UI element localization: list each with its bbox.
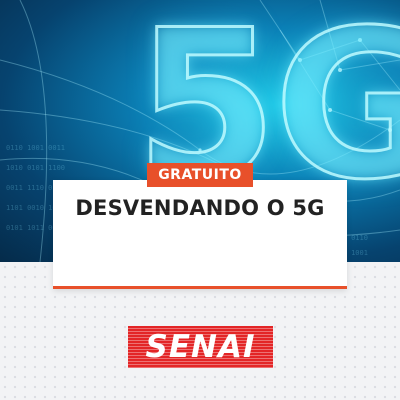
- logo-text: SENAI: [145, 329, 256, 365]
- svg-text:1010 0101 1100: 1010 0101 1100: [6, 164, 65, 172]
- course-title: DESVENDANDO O 5G: [75, 196, 325, 220]
- senai-logo: SENAI: [128, 326, 273, 368]
- free-badge: GRATUITO: [147, 163, 253, 187]
- svg-text:0110 1001 0011: 0110 1001 0011: [6, 144, 65, 152]
